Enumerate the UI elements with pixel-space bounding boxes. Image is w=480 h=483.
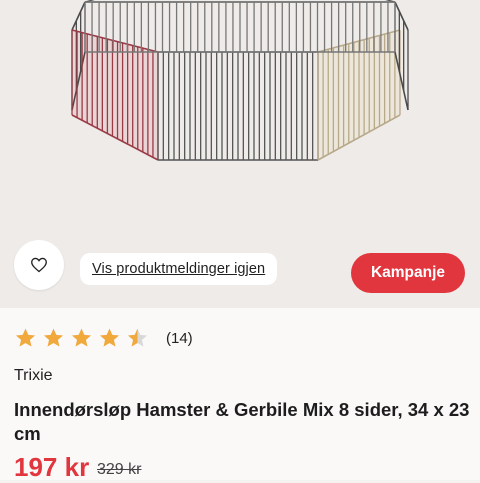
star-half-icon <box>128 328 147 347</box>
star-full-icon <box>44 328 63 347</box>
rating-stars[interactable] <box>14 326 149 349</box>
current-price: 197 kr <box>14 452 90 482</box>
review-count[interactable]: (14) <box>166 330 193 347</box>
show-product-notifications-link[interactable]: Vis produktmeldinger igjen <box>80 253 278 285</box>
favorite-button[interactable] <box>14 240 64 290</box>
brand-name[interactable]: Trixie <box>14 367 53 385</box>
old-price: 329 kr <box>97 461 142 478</box>
star-full-icon <box>16 328 35 347</box>
heart-icon <box>31 257 47 273</box>
star-full-icon <box>72 328 91 347</box>
star-full-icon <box>100 328 119 347</box>
campaign-badge[interactable]: Kampanje <box>351 253 465 293</box>
product-image <box>71 0 409 161</box>
product-title: Innendørsløp Hamster & Gerbile Mix 8 sid… <box>14 399 470 444</box>
